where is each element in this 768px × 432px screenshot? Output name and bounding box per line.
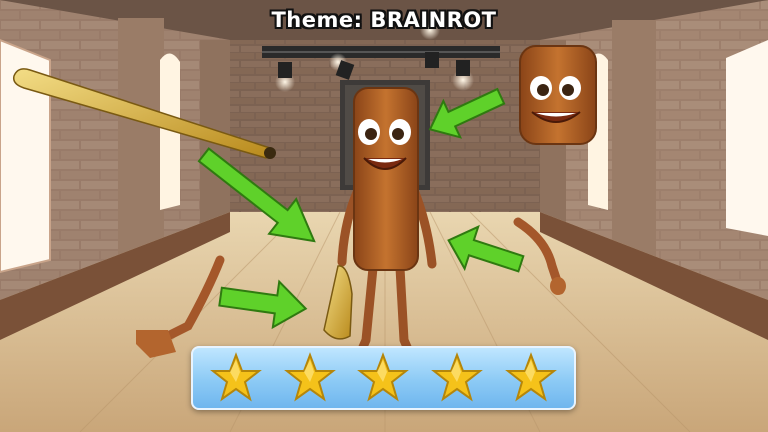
star-icon[interactable] [431, 352, 484, 404]
star-icon[interactable] [283, 352, 336, 404]
theme-title: Theme: BRAINROT [271, 8, 497, 32]
spotlight-icon [275, 62, 295, 92]
star-rating-panel [191, 346, 576, 410]
game-viewport: Theme: BRAINROT [0, 0, 768, 432]
character-head-part [519, 45, 597, 145]
window [726, 40, 768, 236]
star-icon[interactable] [357, 352, 410, 404]
star-icon[interactable] [209, 352, 262, 404]
star-icon[interactable] [505, 352, 557, 404]
